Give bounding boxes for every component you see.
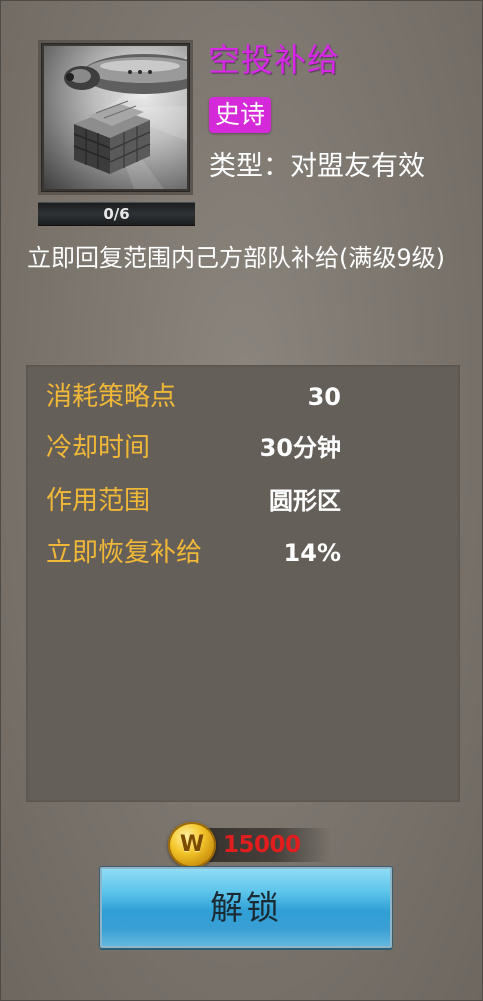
stat-label: 作用范围: [46, 486, 151, 516]
stats-box: 消耗策略点 30 冷却时间 30分钟 作用范围 圆形区 立即恢复补给 14%: [26, 365, 460, 802]
skill-icon-frame: [38, 40, 193, 195]
stat-value: 30分钟: [259, 434, 341, 462]
skill-title: 空投补给: [208, 41, 341, 79]
stat-label: 立即恢复补给: [46, 538, 203, 568]
stat-value: 30: [307, 383, 341, 411]
skill-description: 立即回复范围内己方部队补给(满级9级): [27, 244, 445, 272]
skill-progress-bar: 0/6: [38, 202, 195, 226]
stat-value: 圆形区: [269, 487, 341, 515]
stat-row-range: 作用范围 圆形区: [46, 481, 341, 521]
unlock-cost-amount: 15000: [223, 832, 301, 858]
gold-coin-w-icon: W: [168, 822, 216, 868]
coin-glyph: W: [179, 832, 205, 857]
skill-type-text: 类型：对盟友有效: [209, 151, 425, 182]
stat-value: 14%: [283, 539, 341, 567]
stat-row-restore-supply: 立即恢复补给 14%: [46, 533, 341, 573]
unlock-button-label: 解锁: [210, 888, 282, 927]
airdrop-supply-crates-icon: [44, 46, 187, 189]
skill-progress-text: 0/6: [103, 205, 130, 223]
stat-row-cooldown: 冷却时间 30分钟: [46, 428, 341, 468]
stat-label: 消耗策略点: [46, 382, 177, 412]
stat-row-strategy-points: 消耗策略点 30: [46, 377, 341, 417]
skill-detail-panel: 0/6 空投补给 史诗 类型：对盟友有效 立即回复范围内己方部队补给(满级9级)…: [0, 0, 483, 1001]
rarity-badge: 史诗: [209, 97, 272, 133]
unlock-button[interactable]: 解锁: [100, 867, 392, 948]
stat-label: 冷却时间: [46, 433, 151, 463]
